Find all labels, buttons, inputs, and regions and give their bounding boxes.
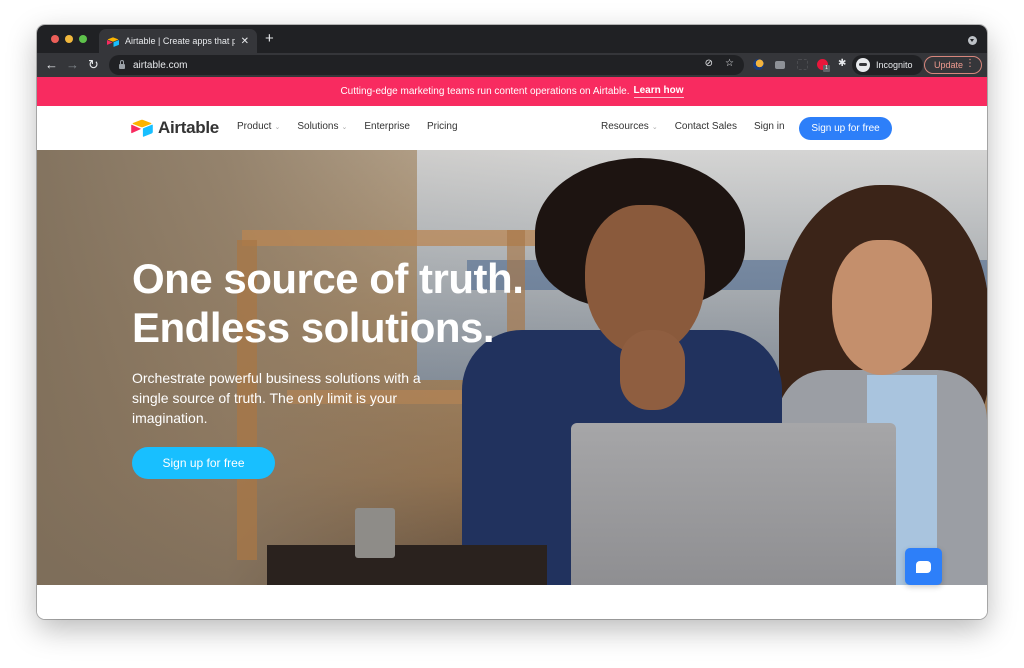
maximize-window-button[interactable] xyxy=(79,35,87,43)
nav-label: Solutions xyxy=(297,121,339,132)
incognito-profile-button[interactable]: Incognito xyxy=(852,55,923,75)
chevron-down-icon: ⌄ xyxy=(341,124,348,131)
logo-text: Airtable xyxy=(158,118,219,137)
web-page: Cutting-edge marketing teams run content… xyxy=(37,77,987,619)
nav-sign-up-button[interactable]: Sign up for free xyxy=(799,117,892,140)
update-button[interactable]: Update ⋮ xyxy=(924,56,982,74)
nav-item-pricing[interactable]: Pricing xyxy=(427,121,458,132)
nav-item-contact-sales[interactable]: Contact Sales xyxy=(675,121,737,132)
minimize-window-button[interactable] xyxy=(65,35,73,43)
site-navigation: Airtable Product ⌄ Solutions ⌄ Enterprise … xyxy=(37,106,987,150)
chat-bubble-icon xyxy=(916,560,931,573)
tab-strip: Airtable | Create apps that perf ✕ + xyxy=(37,25,987,53)
learn-how-link[interactable]: Learn how xyxy=(633,85,684,98)
tab-title: Airtable | Create apps that perf xyxy=(125,36,235,46)
hero-title: One source of truth. Endless solutions. xyxy=(132,254,524,352)
close-window-button[interactable] xyxy=(51,35,59,43)
primary-nav: Product ⌄ Solutions ⌄ Enterprise Pricing xyxy=(237,121,458,132)
puzzle-icon[interactable]: ✱ xyxy=(838,58,846,69)
airtable-logo[interactable]: Airtable xyxy=(131,118,219,138)
kebab-menu-icon[interactable]: ⋮ xyxy=(965,58,975,69)
browser-tab-airtable[interactable]: Airtable | Create apps that perf ✕ xyxy=(99,29,257,53)
hero-sign-up-button[interactable]: Sign up for free xyxy=(132,447,275,479)
red-extension-icon[interactable]: 1 xyxy=(817,59,830,72)
moon-extension-icon[interactable] xyxy=(753,59,764,70)
announcement-text: Cutting-edge marketing teams run content… xyxy=(340,86,630,97)
browser-toolbar: ← → ↻ airtable.com ⊘ ☆ 1 ✱ Incognito Upd… xyxy=(37,53,987,77)
update-label: Update xyxy=(934,60,964,70)
tab-search-icon[interactable] xyxy=(968,36,977,45)
nav-item-product[interactable]: Product ⌄ xyxy=(237,121,280,132)
nav-item-resources[interactable]: Resources ⌄ xyxy=(601,121,658,132)
reload-icon[interactable]: ↻ xyxy=(88,57,99,73)
extension-badge: 1 xyxy=(823,65,830,72)
camera-extension-icon[interactable] xyxy=(775,61,785,69)
chevron-down-icon: ⌄ xyxy=(274,124,281,131)
close-icon[interactable]: ✕ xyxy=(241,36,249,47)
lock-icon[interactable] xyxy=(119,60,125,69)
incognito-label: Incognito xyxy=(876,60,913,70)
secondary-nav: Resources ⌄ Contact Sales Sign in xyxy=(601,121,785,132)
hero-section: One source of truth. Endless solutions. … xyxy=(37,150,987,585)
announcement-banner: Cutting-edge marketing teams run content… xyxy=(37,77,987,106)
nav-label: Product xyxy=(237,121,272,132)
chevron-down-icon: ⌄ xyxy=(651,124,658,131)
hero-title-line-2: Endless solutions. xyxy=(132,304,495,351)
incognito-icon xyxy=(856,58,870,72)
hero-subtitle: Orchestrate powerful business solutions … xyxy=(132,370,421,426)
plus-icon[interactable]: + xyxy=(265,31,274,47)
dashed-extension-icon[interactable] xyxy=(797,59,808,70)
eye-slash-icon[interactable]: ⊘ xyxy=(705,58,713,69)
nav-label: Resources xyxy=(601,121,649,132)
browser-window: Airtable | Create apps that perf ✕ + ← →… xyxy=(37,25,987,619)
star-icon[interactable]: ☆ xyxy=(725,58,734,69)
airtable-logo-icon xyxy=(107,35,119,47)
arrow-right-icon[interactable]: → xyxy=(66,57,79,73)
address-bar[interactable]: airtable.com ⊘ ☆ xyxy=(109,55,744,75)
hero-title-line-1: One source of truth. xyxy=(132,255,524,302)
nav-item-solutions[interactable]: Solutions ⌄ xyxy=(297,121,347,132)
url-text[interactable]: airtable.com xyxy=(133,60,187,71)
arrow-left-icon[interactable]: ← xyxy=(45,57,58,73)
airtable-logo-icon xyxy=(131,119,153,137)
nav-item-enterprise[interactable]: Enterprise xyxy=(364,121,410,132)
nav-item-sign-in[interactable]: Sign in xyxy=(754,121,785,132)
chat-widget-button[interactable] xyxy=(905,548,942,585)
